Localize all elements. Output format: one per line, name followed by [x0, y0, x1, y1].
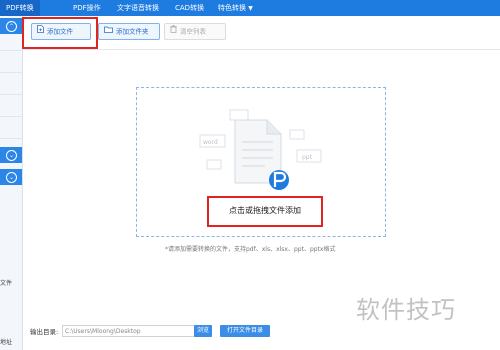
output-dir-label: 输出目录: — [30, 328, 59, 336]
sidebar: ⌃ ⌄ ⌄ 文件 地址 — [0, 16, 23, 350]
chevron-down-icon: ▼ — [248, 5, 253, 12]
trash-icon — [170, 24, 177, 39]
divider — [0, 72, 22, 73]
supported-formats-hint: *请添加需要转换的文件，支持pdf、xls、xlsx、ppt、pptx格式 — [165, 246, 336, 253]
sidebar-file-text: 文件 — [0, 280, 13, 287]
tab-text-speech[interactable]: 文字语音转换 — [117, 0, 159, 16]
top-nav-bar: PDF转换 PDF操作 文字语音转换 CAD转换 特色转换 ▼ — [0, 0, 500, 16]
word-ghost-label: word — [203, 139, 218, 146]
tab-pdf-operations[interactable]: PDF操作 — [73, 0, 101, 16]
clear-list-button[interactable]: 清空列表 — [164, 23, 226, 40]
divider — [0, 50, 22, 51]
divider — [0, 138, 22, 139]
document-illustration-icon: word ppt — [199, 109, 322, 190]
tab-pdf-convert[interactable]: PDF转换 — [0, 0, 40, 16]
divider — [0, 116, 22, 117]
chevron-up-icon: ⌃ — [6, 21, 17, 32]
sidebar-category-1[interactable]: ⌃ — [0, 18, 22, 34]
open-folder-button[interactable]: 打开文件目录 — [220, 325, 270, 337]
chevron-down-icon: ⌄ — [6, 172, 17, 183]
chevron-down-icon: ⌄ — [6, 150, 17, 161]
sidebar-category-2[interactable]: ⌄ — [0, 147, 22, 163]
ppt-ghost-label: ppt — [302, 154, 313, 161]
clear-list-label: 清空列表 — [180, 27, 206, 36]
tab-special-label: 特色转换 — [218, 4, 246, 12]
add-folder-label: 添加文件夹 — [116, 27, 149, 36]
output-path-field[interactable]: C:\Users\Mloong\Desktop — [62, 325, 212, 337]
tab-cad-convert[interactable]: CAD转换 — [175, 0, 204, 16]
add-folder-button[interactable]: 添加文件夹 — [98, 23, 160, 40]
sidebar-category-3[interactable]: ⌄ — [0, 169, 22, 185]
highlight-box — [22, 17, 98, 49]
browse-button[interactable]: 浏览 — [194, 325, 212, 337]
watermark: 软件技巧 — [356, 296, 456, 324]
sidebar-address-text: 地址 — [0, 339, 13, 346]
folder-icon — [104, 24, 113, 39]
highlight-box — [207, 196, 323, 227]
divider — [0, 94, 22, 95]
tab-special-convert[interactable]: 特色转换 ▼ — [218, 0, 253, 16]
